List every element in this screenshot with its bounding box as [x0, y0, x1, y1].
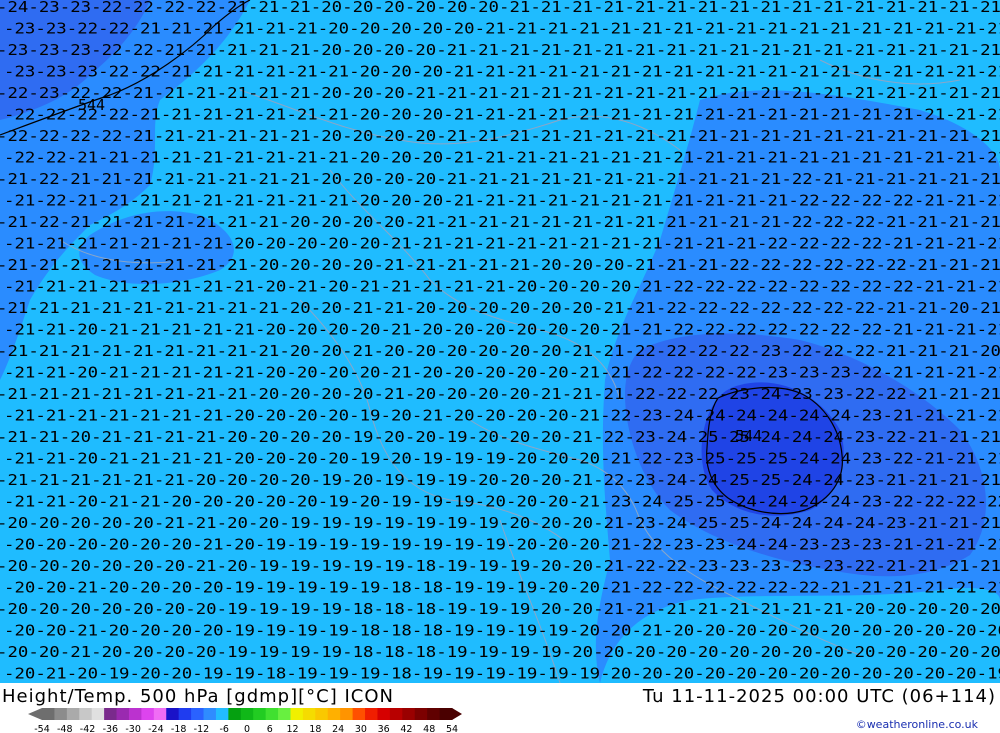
colorbar-cell — [427, 708, 440, 720]
colorbar-tick-label: 12 — [287, 724, 299, 733]
credit-link[interactable]: ©weatheronline.co.uk — [856, 718, 978, 731]
temperature-label-row: -21-22-21-21-21-21-21-21-21-21-20-20-20-… — [0, 170, 1000, 188]
temperature-label-row: -21-21-20-21-21-20-20-20-20-20-19-20-19-… — [4, 493, 1000, 511]
colorbar-tick-label: 18 — [309, 724, 321, 733]
colorbar-cell — [240, 708, 254, 720]
colorbar-tick-label: -18 — [171, 724, 187, 733]
temperature-label-row: -21-21-20-21-21-21-21-20-20-20-20-19-20-… — [0, 428, 1000, 446]
colorbar-tick-label: -36 — [103, 724, 119, 733]
colorbar-cell — [215, 708, 229, 720]
temperature-label-row: -21-21-21-21-21-21-21-20-20-20-20-19-20-… — [4, 407, 1000, 425]
colorbar-cells — [28, 708, 462, 720]
temperature-label-row: -21-22-21-21-21-21-21-21-21-21-21-20-20-… — [4, 192, 1000, 210]
colorbar-cell — [290, 708, 304, 720]
colorbar-cell — [302, 708, 316, 720]
colorbar-cell — [389, 708, 403, 720]
temperature-label-row: -21-21-21-21-21-21-21-21-20-20-20-20-21-… — [0, 256, 1000, 274]
colorbar-tick-label: 54 — [446, 724, 458, 733]
colorbar-cell — [439, 708, 453, 720]
temperature-label-row: -21-21-21-21-21-21-21-20-20-20-20-20-21-… — [4, 235, 1000, 253]
temperature-label-row: -21-21-21-21-21-21-20-20-20-20-19-20-19-… — [0, 471, 1000, 489]
colorbar-cell — [91, 708, 105, 720]
colorbar-cell — [166, 708, 180, 720]
temperature-label-row: -21-21-20-21-21-21-21-21-20-20-20-20-21-… — [4, 321, 1000, 339]
temperature-label-row: -22-22-21-21-21-21-21-21-21-21-21-20-20-… — [4, 149, 1000, 167]
colorbar-cell — [228, 708, 242, 720]
colorbar-cell — [377, 708, 391, 720]
colorbar-tick-label: -48 — [57, 724, 73, 733]
colorbar-tick-label: 6 — [267, 724, 273, 733]
temperature-label-row: -20-20-20-20-20-21-21-20-20-19-19-19-19-… — [0, 514, 1000, 532]
colorbar-cell — [79, 708, 93, 720]
temperature-label-row: -23-23-22-22-21-21-21-21-21-21-20-20-20-… — [4, 20, 1000, 38]
temperature-label-row: -21-21-21-21-21-21-21-21-21-20-20-21-20-… — [0, 342, 1000, 360]
colorbar-cell — [104, 708, 117, 720]
temperature-label-row: -20-20-20-20-20-20-21-20-19-19-19-19-19-… — [0, 557, 1000, 575]
colorbar-tick-labels: -54 -48 -42 -36 -30 -24 -18 -12 -6 0 6 12 18 24 30 36 42… — [34, 724, 458, 733]
colorbar-cell — [365, 708, 378, 720]
temperature-label-row: -21-21-21-21-21-21-21-21-21-20-20-21-21-… — [0, 299, 1000, 317]
temperature-label-row: -22-23-22-22-21-21-21-21-21-21-20-20-20-… — [0, 84, 1000, 102]
colorbar-cell — [327, 708, 341, 720]
temperature-label-row: -21-21-21-21-21-21-21-21-20-20-20-20-21-… — [0, 385, 1000, 403]
colorbar-cell — [42, 708, 55, 720]
colorbar-cell — [141, 708, 155, 720]
temperature-label-row: -24-23-23-22-22-22-22-21-21-21-20-20-20-… — [0, 0, 1000, 16]
temperature-colorbar: -54 -48 -42 -36 -30 -24 -18 -12 -6 0 6 12 18 24 30 36 42… — [28, 708, 462, 733]
temperature-label-row: -20-20-20-20-20-20-21-20-19-19-19-19-19-… — [4, 536, 1000, 554]
temperature-label-row: -20-20-20-20-20-20-20-19-19-19-19-18-18-… — [0, 600, 1000, 618]
temperature-field: -24-23-23-22-22-22-22-21-21-21-20-20-20-… — [0, 0, 1000, 683]
colorbar-cell — [191, 708, 204, 720]
colorbar-tick-label: -30 — [125, 724, 141, 733]
map-valid-time: Tu 11-11-2025 00:00 UTC (06+114) — [642, 686, 996, 707]
colorbar-arrow-left — [28, 708, 42, 720]
colorbar-tick-label: -24 — [148, 724, 164, 733]
colorbar-cell — [265, 708, 279, 720]
colorbar-tick-label: -54 — [34, 724, 50, 733]
temperature-label-row: -20-21-20-19-20-20-19-19-18-19-19-19-18-… — [4, 665, 1000, 683]
colorbar-cell — [66, 708, 80, 720]
weather-map: -24-23-23-22-22-22-22-21-21-21-20-20-20-… — [0, 0, 1000, 683]
colorbar-cell — [153, 708, 167, 720]
colorbar-cell — [54, 708, 68, 720]
colorbar-cell — [278, 708, 291, 720]
colorbar-cell — [414, 708, 428, 720]
map-title: Height/Temp. 500 hPa [gdmp][°C] ICON — [2, 686, 394, 707]
temperature-label-row: -20-20-21-20-20-20-20-19-19-19-19-18-18-… — [0, 643, 1000, 661]
colorbar-tick-label: 0 — [244, 724, 250, 733]
temperature-label-row: -21-22-21-21-21-21-21-21-21-20-20-20-20-… — [0, 213, 1000, 231]
temperature-label-row: -20-20-21-20-20-20-20-19-19-19-19-19-18-… — [4, 579, 1000, 597]
colorbar-cell — [315, 708, 329, 720]
colorbar-tick-label: -12 — [194, 724, 210, 733]
colorbar-cell — [116, 708, 130, 720]
colorbar-tick-label: 42 — [400, 724, 412, 733]
temperature-label-row: -21-21-21-21-21-21-21-21-20-21-20-21-21-… — [4, 278, 1000, 296]
colorbar-cell — [128, 708, 142, 720]
colorbar-cell — [402, 708, 416, 720]
colorbar-cell — [203, 708, 217, 720]
colorbar-tick-label: 36 — [378, 724, 390, 733]
temperature-label-row: -20-20-21-20-20-20-20-19-19-19-19-18-18-… — [4, 622, 1000, 640]
height-label-northwest: 544 — [78, 96, 105, 114]
temperature-label-row: -21-21-20-21-21-21-21-21-20-20-20-20-21-… — [4, 364, 1000, 382]
colorbar-tick-label: -6 — [219, 724, 228, 733]
colorbar-cell — [340, 708, 354, 720]
colorbar-arrow-right — [452, 708, 462, 720]
colorbar-cell — [253, 708, 267, 720]
colorbar-tick-label: 48 — [423, 724, 435, 733]
colorbar-cell — [352, 708, 366, 720]
temperature-label-row: -22-22-22-22-21-21-21-21-21-21-21-20-20-… — [4, 106, 1000, 124]
temperature-label-row: -21-21-20-21-21-21-21-20-20-20-20-19-20-… — [4, 450, 1000, 468]
colorbar-tick-label: 30 — [355, 724, 367, 733]
colorbar-tick-label: -42 — [80, 724, 96, 733]
temperature-label-row: -23-23-23-22-22-21-21-21-21-21-21-20-20-… — [4, 63, 1000, 81]
temperature-label-row: -22-22-22-22-21-21-21-21-21-21-20-20-20-… — [0, 127, 1000, 145]
map-footer: Height/Temp. 500 hPa [gdmp][°C] ICON Tu … — [0, 683, 1000, 733]
temperature-label-row: -23-23-23-22-22-21-21-21-21-21-20-20-20-… — [0, 41, 1000, 59]
height-label-east: 544 — [735, 427, 762, 445]
colorbar-tick-label: 24 — [332, 724, 344, 733]
colorbar-cell — [178, 708, 192, 720]
